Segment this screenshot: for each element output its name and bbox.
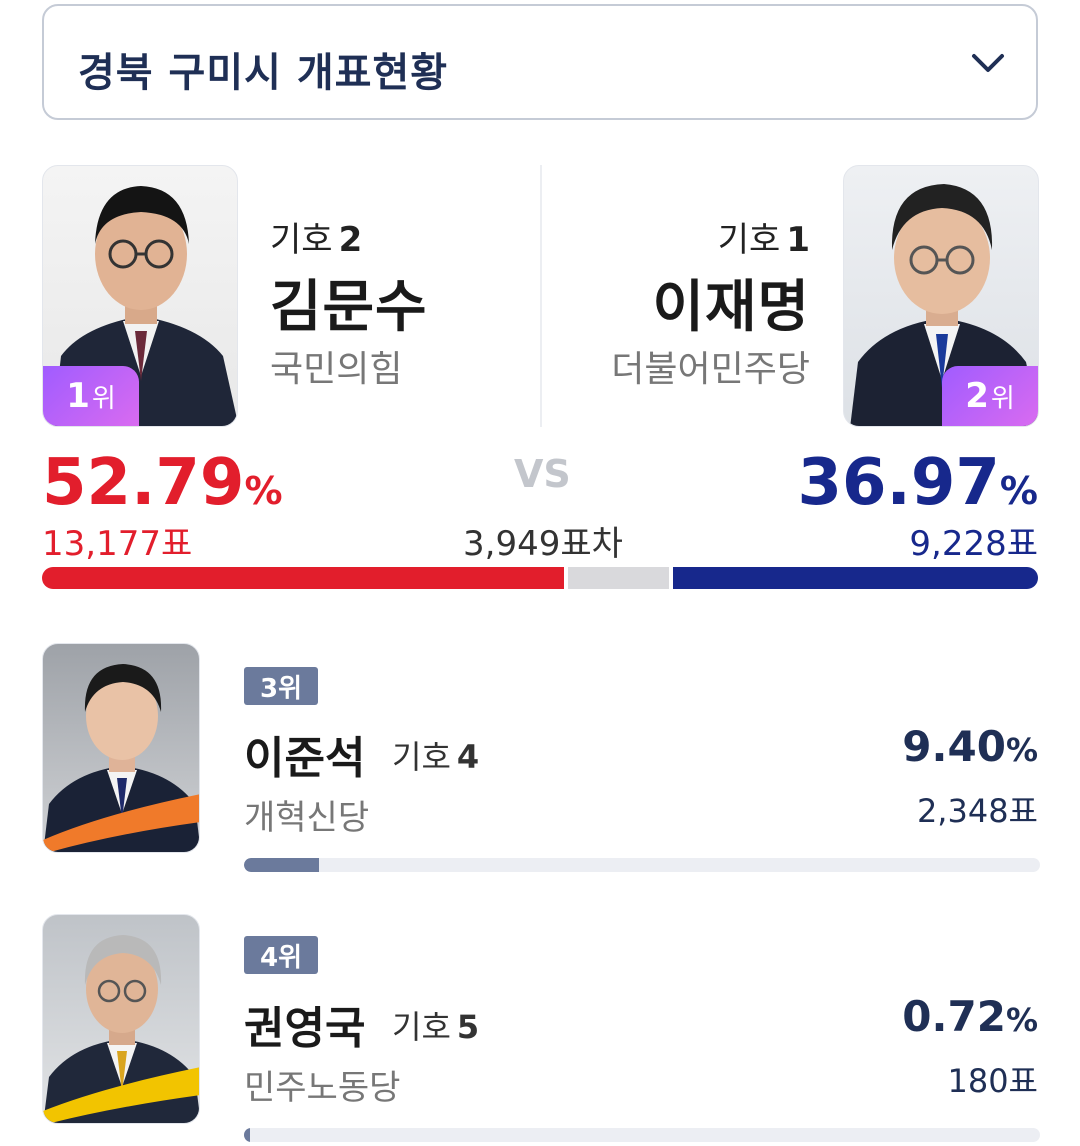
- candidate-name: 이재명: [652, 275, 810, 340]
- candidate-votes: 180표: [947, 1062, 1038, 1100]
- vote-progress-track: [244, 1128, 1040, 1142]
- candidate-party: 국민의힘: [270, 349, 403, 390]
- candidate-votes: 9,228표: [909, 524, 1038, 564]
- candidate-number: 기호 1: [717, 220, 810, 260]
- vs-label: VS: [514, 452, 571, 496]
- vote-gap: 3,949표차: [463, 524, 623, 564]
- candidate-percent: 0.72%: [902, 992, 1038, 1041]
- candidate-photo-lee-junseok: [42, 643, 200, 853]
- candidate-party: 더불어민주당: [611, 349, 810, 390]
- candidate-name: 김문수: [270, 275, 428, 340]
- vote-bar-first: [42, 567, 564, 589]
- portrait-icon: [43, 664, 199, 852]
- vote-bar-second: [672, 567, 1038, 589]
- candidate-percent: 9.40%: [902, 722, 1038, 771]
- chevron-down-icon[interactable]: [968, 48, 1008, 78]
- candidate-name: 권영국: [244, 1003, 366, 1054]
- vote-bar-others: [567, 567, 669, 589]
- divider: [540, 165, 542, 427]
- candidate-percent: 52.79%: [42, 446, 283, 520]
- candidate-number: 기호 4: [392, 738, 480, 776]
- candidate-photo-kwon-youngkook: [42, 914, 200, 1124]
- candidate-votes: 13,177표: [42, 524, 193, 564]
- candidate-number: 기호 5: [392, 1008, 480, 1046]
- candidate-photo-kim-moonsoo: 1위: [42, 165, 238, 427]
- vote-progress-fill: [244, 1128, 251, 1142]
- candidate-percent: 36.97%: [797, 446, 1038, 520]
- vote-progress-track: [244, 858, 1040, 872]
- rank-badge: 4위: [244, 936, 318, 974]
- page-title: 경북 구미시 개표현황: [78, 50, 449, 96]
- rank-badge: 1위: [43, 366, 139, 426]
- candidate-name: 이준석: [244, 733, 366, 784]
- candidate-votes: 2,348표: [916, 792, 1038, 830]
- portrait-icon: [43, 935, 199, 1123]
- rank-badge: 2위: [942, 366, 1038, 426]
- rank-badge: 3위: [244, 667, 318, 705]
- candidate-party: 개혁신당: [244, 798, 370, 838]
- candidate-party: 민주노동당: [244, 1068, 401, 1108]
- region-selector[interactable]: 경북 구미시 개표현황: [42, 4, 1038, 120]
- candidate-number: 기호 2: [270, 220, 363, 260]
- vote-progress-fill: [244, 858, 319, 872]
- candidate-photo-lee-jaemyung: 2위: [843, 165, 1039, 427]
